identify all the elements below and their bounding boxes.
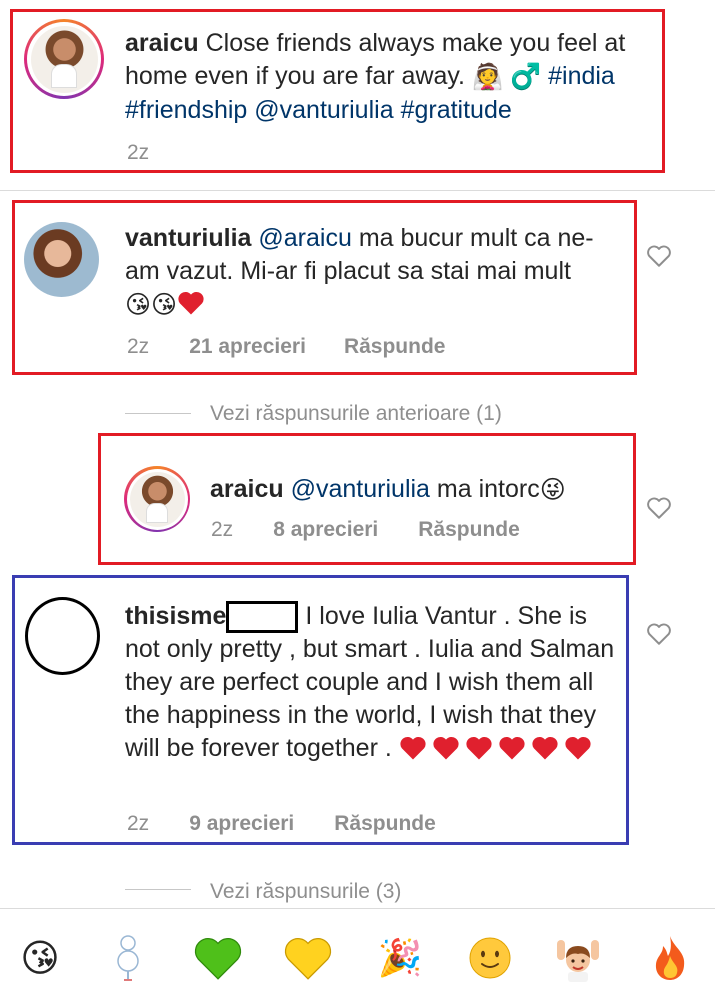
snowman-emoji-button[interactable] [103, 933, 153, 983]
comment-username[interactable]: araicu [125, 29, 199, 57]
yellow-heart-emoji-button[interactable] [283, 933, 333, 983]
avatar[interactable] [124, 466, 190, 532]
mention-link[interactable]: @vanturiulia [291, 475, 430, 503]
like-heart-icon[interactable] [646, 622, 672, 646]
comment-username[interactable]: vanturiulia [125, 224, 251, 252]
comment-time: 2z [127, 812, 150, 835]
kissing-face-emoji: 😘 [20, 937, 60, 980]
thread-line [125, 889, 191, 890]
comment-body: araicu @vanturiulia ma intorc😜 [210, 473, 630, 507]
comment-text: ma intorc [436, 475, 540, 503]
red-heart-emoji [177, 290, 205, 316]
comment-meta: 2z 21 aprecieri Răspunde [127, 335, 445, 359]
divider [0, 190, 715, 191]
likes-count[interactable]: 9 aprecieri [189, 812, 294, 836]
snowman-emoji [117, 935, 139, 981]
party-popper-emoji-button[interactable]: 🎉 [375, 933, 425, 983]
fire-emoji [655, 936, 685, 980]
comment-body: vanturiulia @araicu ma bucur mult ca ne-… [125, 222, 625, 322]
reply-button[interactable]: Răspunde [418, 518, 520, 542]
comment-time: 2z [211, 518, 234, 541]
green-heart-emoji-button[interactable] [193, 933, 243, 983]
raising-hands-person-emoji-button[interactable] [553, 933, 603, 983]
hashtag-link[interactable]: #gratitude [401, 96, 512, 124]
avatar[interactable] [25, 597, 100, 675]
comment-time: 2z [127, 335, 150, 358]
yellow-heart-emoji [284, 937, 332, 980]
winking-face-emoji: 😜 [539, 475, 566, 504]
comment-meta: 2z 8 aprecieri Răspunde [211, 518, 520, 542]
view-previous-replies-button[interactable]: Vezi răspunsurile anterioare (1) [210, 402, 502, 426]
view-replies-button[interactable]: Vezi răspunsurile (3) [210, 880, 401, 904]
emoji-quick-bar: 😘 🎉 [0, 908, 715, 1003]
like-heart-icon[interactable] [646, 244, 672, 268]
comment-username[interactable]: araicu [210, 475, 284, 503]
comment-username[interactable]: thisisme [125, 602, 226, 630]
reply-button[interactable]: Răspunde [344, 335, 446, 359]
green-heart-emoji [194, 937, 242, 980]
avatar[interactable] [24, 19, 104, 99]
thread-line [125, 413, 191, 414]
fire-emoji-button[interactable] [645, 933, 695, 983]
likes-count[interactable]: 8 aprecieri [273, 518, 378, 542]
comment-body: araicu Close friends always make you fee… [125, 27, 655, 127]
comment-meta: 2z 9 aprecieri Răspunde [127, 812, 436, 836]
bride-emoji: 👰 ♂️ [471, 62, 542, 91]
comment-time: 2z [127, 141, 150, 164]
raising-hands-person-emoji [557, 940, 599, 982]
like-heart-icon[interactable] [646, 496, 672, 520]
party-popper-emoji: 🎉 [377, 937, 423, 978]
smiling-face-emoji-button[interactable] [465, 933, 515, 983]
comment-body: thisisme I love Iulia Vantur . She is no… [125, 600, 620, 765]
smiling-face-emoji [469, 937, 511, 979]
comment-meta: 2z [127, 141, 149, 165]
redaction-box [226, 601, 299, 634]
red-heart-emoji [399, 734, 597, 762]
mention-link[interactable]: @araicu [258, 224, 351, 252]
avatar[interactable] [24, 222, 99, 297]
kissing-face-emoji-button[interactable]: 😘 [15, 933, 65, 983]
mention-link[interactable]: @vanturiulia [254, 96, 393, 124]
likes-count[interactable]: 21 aprecieri [189, 335, 306, 359]
kissing-face-emoji: 😘😘 [125, 290, 178, 319]
reply-button[interactable]: Răspunde [334, 812, 436, 836]
